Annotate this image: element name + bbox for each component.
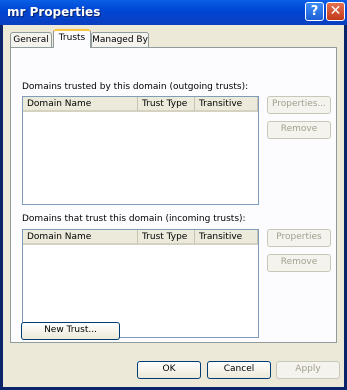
tab-label: General xyxy=(13,35,49,45)
button-label: Properties... xyxy=(271,99,327,109)
incoming-properties-button[interactable]: Properties xyxy=(267,229,331,247)
help-button[interactable]: ? xyxy=(305,2,324,21)
button-label: Properties xyxy=(276,232,322,242)
list-header: Domain Name Trust Type Transitive xyxy=(23,97,258,112)
column-trust-type[interactable]: Trust Type xyxy=(138,97,195,112)
button-label: New Trust... xyxy=(44,325,97,335)
column-label: Trust Type xyxy=(142,99,188,109)
button-label: Cancel xyxy=(223,364,255,374)
column-label: Trust Type xyxy=(142,232,188,242)
column-trust-type[interactable]: Trust Type xyxy=(138,230,195,245)
new-trust-button[interactable]: New Trust... xyxy=(21,322,120,340)
tab-trusts[interactable]: Trusts xyxy=(53,29,91,48)
incoming-trusts-label: Domains that trust this domain (incoming… xyxy=(22,214,246,224)
column-label: Transitive xyxy=(199,99,243,109)
outgoing-remove-button[interactable]: Remove xyxy=(267,121,331,139)
column-label: Domain Name xyxy=(27,99,92,109)
outgoing-trusts-label: Domains trusted by this domain (outgoing… xyxy=(22,82,249,92)
apply-button[interactable]: Apply xyxy=(276,361,340,379)
trusts-tab-panel: Domains trusted by this domain (outgoing… xyxy=(10,47,337,343)
button-label: Apply xyxy=(295,364,321,374)
window-title: mr Properties xyxy=(7,5,101,19)
close-button[interactable]: ✕ xyxy=(326,2,345,21)
column-transitive[interactable]: Transitive xyxy=(195,97,258,112)
outgoing-properties-button[interactable]: Properties... xyxy=(267,96,331,114)
tab-general[interactable]: General xyxy=(10,32,52,47)
column-transitive[interactable]: Transitive xyxy=(195,230,258,245)
column-domain-name[interactable]: Domain Name xyxy=(23,97,138,112)
ok-button[interactable]: OK xyxy=(137,361,201,379)
close-icon: ✕ xyxy=(329,3,342,19)
tab-managed-by[interactable]: Managed By xyxy=(91,32,149,47)
help-icon: ? xyxy=(310,4,319,19)
tab-label: Trusts xyxy=(58,33,86,43)
column-domain-name[interactable]: Domain Name xyxy=(23,230,138,245)
button-label: Remove xyxy=(280,124,318,134)
title-bar[interactable]: mr Properties ? ✕ xyxy=(0,0,347,25)
button-label: OK xyxy=(162,364,176,374)
list-header: Domain Name Trust Type Transitive xyxy=(23,230,258,245)
incoming-remove-button[interactable]: Remove xyxy=(267,254,331,272)
outgoing-trusts-list[interactable]: Domain Name Trust Type Transitive xyxy=(22,96,259,205)
tab-label: Managed By xyxy=(92,35,148,45)
column-label: Domain Name xyxy=(27,232,92,242)
dialog-client-area: General Trusts Managed By Domains truste… xyxy=(3,25,344,387)
cancel-button[interactable]: Cancel xyxy=(207,361,271,379)
properties-dialog: mr Properties ? ✕ General Trusts Managed… xyxy=(0,0,347,390)
column-label: Transitive xyxy=(199,232,243,242)
button-label: Remove xyxy=(280,257,318,267)
